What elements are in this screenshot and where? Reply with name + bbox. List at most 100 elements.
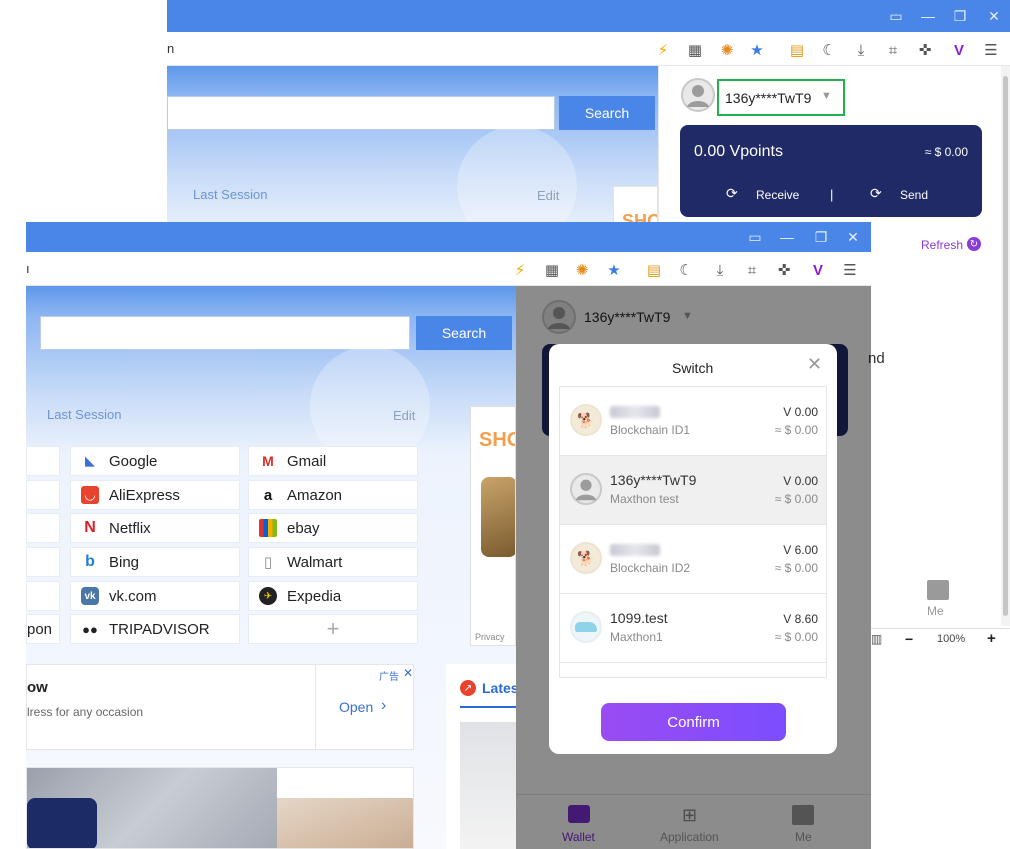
add-quick-link-button[interactable]: + (248, 614, 418, 644)
vpoints-icon[interactable]: V (949, 40, 969, 60)
restore-icon[interactable]: ❐ (804, 222, 838, 252)
sidebar-toggle-icon[interactable]: ▭ (879, 0, 913, 32)
account-row[interactable]: 🐕 Blockchain ID1 V 0.00 ≈ $ 0.00 (560, 387, 826, 456)
quick-link-aliexpress[interactable]: ◡ AliExpress (70, 480, 240, 510)
zoom-in-button[interactable]: + (987, 630, 996, 647)
send-icon[interactable]: ⟳ (870, 185, 882, 202)
account-row[interactable]: 1099.test Maxthon1 V 8.60 ≈ $ 0.00 (560, 594, 826, 663)
account-list[interactable]: 🐕 Blockchain ID1 V 0.00 ≈ $ 0.00 136y***… (559, 386, 827, 678)
extensions-icon[interactable]: ✜ (774, 260, 794, 280)
edit-link[interactable]: Edit (537, 188, 559, 203)
menu-icon[interactable]: ☰ (981, 40, 1001, 60)
quick-link-vk[interactable]: vk vk.com (70, 581, 240, 611)
quick-link-label: AliExpress (109, 486, 180, 504)
quick-link-google[interactable]: ◣ Google (70, 446, 240, 476)
quick-link-partial[interactable] (26, 513, 60, 543)
lightning-icon[interactable]: ⚡ (653, 40, 673, 60)
minimize-icon[interactable]: — (770, 222, 804, 252)
quick-link-partial[interactable] (26, 446, 60, 476)
ad-banner[interactable]: SHO Privacy (470, 406, 516, 646)
quick-link-walmart[interactable]: ▯ Walmart (248, 547, 418, 577)
restore-icon[interactable]: ❐ (943, 0, 977, 32)
account-v-balance: V 0.00 (783, 474, 818, 488)
privacy-link[interactable]: Privacy (475, 632, 505, 642)
qr-icon[interactable]: ▦ (542, 260, 562, 280)
last-session-link[interactable]: Last Session (47, 407, 121, 422)
account-v-balance: V 8.60 (783, 612, 818, 626)
quick-link-partial[interactable] (26, 480, 60, 510)
back-nav-me[interactable]: Me (921, 578, 957, 622)
quick-link-gmail[interactable]: M Gmail (248, 446, 418, 476)
vpoints-icon[interactable]: V (808, 260, 828, 280)
favorite-star-icon[interactable]: ★ (747, 40, 767, 60)
ad-close-icon[interactable]: ✕ (403, 666, 413, 680)
close-icon[interactable]: ✕ (807, 354, 822, 375)
vk-icon: vk (81, 587, 99, 605)
account-v-balance: V 6.00 (783, 543, 818, 557)
quick-link-tripadvisor[interactable]: ●● TRIPADVISOR (70, 614, 240, 644)
quick-link-ebay[interactable]: ebay (248, 513, 418, 543)
extensions-icon[interactable]: ✜ (915, 40, 935, 60)
search-input[interactable] (167, 96, 555, 130)
confirm-button[interactable]: Confirm (601, 703, 786, 741)
last-session-link[interactable]: Last Session (193, 187, 267, 202)
quick-link-netflix[interactable]: N Netflix (70, 513, 240, 543)
account-row-selected[interactable]: 136y****TwT9 Maxthon test V 0.00 ≈ $ 0.0… (560, 456, 826, 525)
news-card[interactable] (26, 767, 414, 849)
sidebar-layout-icon[interactable]: ▥ (871, 632, 882, 646)
address-fragment[interactable]: n (167, 41, 174, 56)
ad-card[interactable]: ow lress for any occasion Open › 广告 ✕ (26, 664, 414, 751)
screenshot-icon[interactable]: ⌗ (883, 40, 903, 60)
close-icon[interactable]: ✕ (836, 222, 870, 252)
zoom-out-button[interactable]: − (905, 631, 913, 647)
plus-icon: + (326, 616, 340, 641)
notes-icon[interactable]: ▤ (644, 260, 664, 280)
quick-link-amazon[interactable]: a Amazon (248, 480, 418, 510)
avatar[interactable] (681, 78, 715, 112)
send-button[interactable]: Send (900, 188, 928, 202)
receive-icon[interactable]: ⟳ (726, 185, 738, 202)
quick-link-label: vk.com (109, 587, 157, 605)
ad-card-description: lress for any occasion (27, 705, 144, 719)
screenshot-icon[interactable]: ⌗ (742, 260, 762, 280)
qr-icon[interactable]: ▦ (685, 40, 705, 60)
night-mode-icon[interactable]: ☾ (819, 40, 839, 60)
favorite-star-icon[interactable]: ★ (604, 260, 624, 280)
download-icon[interactable]: ⤓ (851, 40, 871, 60)
address-fragment[interactable]: ı (26, 261, 30, 276)
lightning-icon[interactable]: ⚡ (510, 260, 530, 280)
menu-icon[interactable]: ☰ (840, 260, 860, 280)
quick-link-bing[interactable]: b Bing (70, 547, 240, 577)
notes-icon[interactable]: ▤ (787, 40, 807, 60)
ad-open-button[interactable]: Open (339, 699, 373, 715)
night-mode-icon[interactable]: ☾ (676, 260, 696, 280)
quick-link-label: pon (27, 620, 53, 638)
adblock-icon[interactable]: ✺ (572, 260, 592, 280)
receive-button[interactable]: Receive (756, 188, 799, 202)
quick-link-expedia[interactable]: ✈ Expedia (248, 581, 418, 611)
account-subtitle: Blockchain ID2 (610, 561, 691, 575)
sidebar-toggle-icon[interactable]: ▭ (738, 222, 772, 252)
account-selector[interactable]: 136y****TwT9 ▼ (717, 79, 845, 116)
status-strip: ▥ − 100% + (859, 628, 1010, 650)
quick-link-coupon[interactable]: pon (26, 614, 60, 644)
account-row[interactable]: 🐕 Blockchain ID2 V 6.00 ≈ $ 0.00 (560, 525, 826, 594)
search-button[interactable]: Search (559, 96, 655, 130)
netflix-icon: N (84, 519, 96, 536)
refresh-icon[interactable]: ↻ (967, 237, 981, 251)
search-button[interactable]: Search (416, 316, 512, 350)
quick-link-label: TRIPADVISOR (109, 620, 210, 638)
shoe-avatar (570, 611, 602, 643)
adblock-icon[interactable]: ✺ (717, 40, 737, 60)
zoom-level: 100% (937, 633, 966, 645)
edit-link[interactable]: Edit (393, 408, 415, 423)
download-icon[interactable]: ⤓ (710, 260, 730, 280)
quick-link-partial[interactable] (26, 581, 60, 611)
refresh-link[interactable]: Refresh (921, 238, 963, 252)
ad-banner[interactable]: SHO (613, 186, 658, 226)
minimize-icon[interactable]: — (911, 0, 945, 32)
quick-link-partial[interactable] (26, 547, 60, 577)
scrollbar[interactable] (1001, 66, 1010, 626)
close-icon[interactable]: ✕ (977, 0, 1010, 32)
search-input[interactable] (40, 316, 410, 350)
